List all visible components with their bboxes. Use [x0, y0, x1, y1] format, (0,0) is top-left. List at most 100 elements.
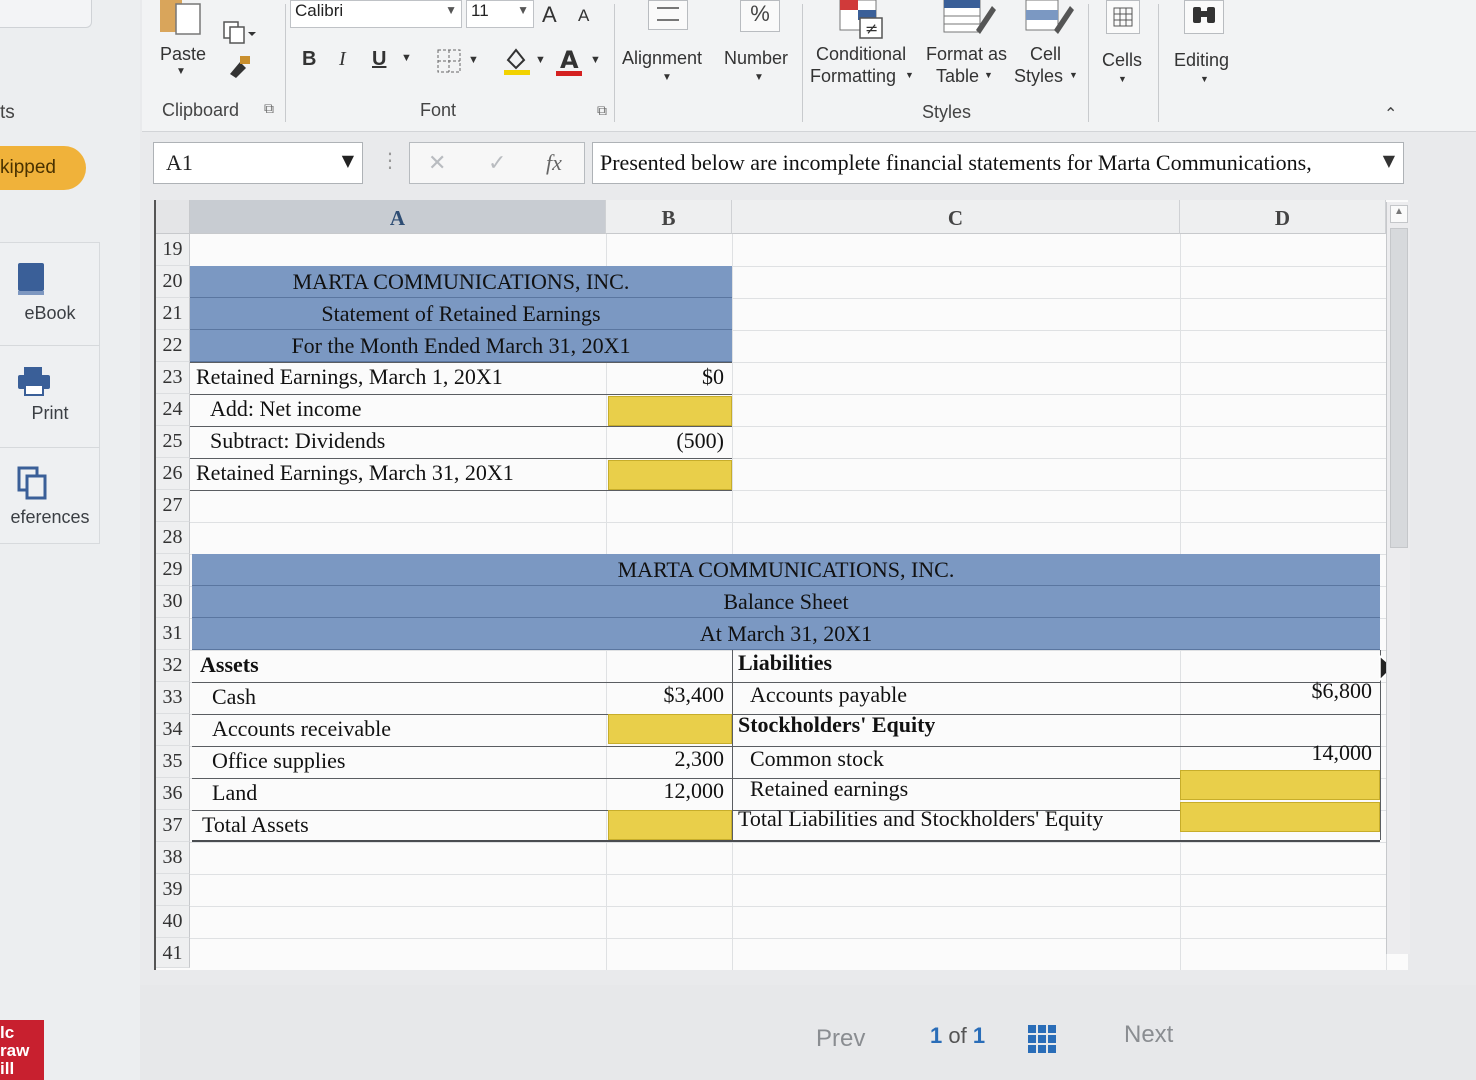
prev-button[interactable]: Prev	[816, 1025, 865, 1053]
row-header[interactable]: 22	[156, 330, 190, 362]
row-header[interactable]: 20	[156, 266, 190, 298]
underline-button[interactable]: U	[372, 48, 386, 71]
vertical-scrollbar[interactable]: ▲	[1386, 202, 1410, 954]
select-all-corner[interactable]	[156, 200, 190, 234]
borders-icon[interactable]	[436, 48, 462, 74]
re-ending-label[interactable]: Retained Earnings, March 31, 20X1	[196, 460, 514, 486]
re-dividends-value[interactable]: (500)	[608, 428, 724, 454]
shrink-font-button[interactable]: A	[578, 6, 589, 26]
row-header[interactable]: 28	[156, 522, 190, 554]
row-header[interactable]: 32	[156, 650, 190, 682]
row-header[interactable]: 39	[156, 874, 190, 906]
re-beginning-label[interactable]: Retained Earnings, March 1, 20X1	[196, 364, 503, 390]
row-header[interactable]: 27	[156, 490, 190, 522]
cells-button[interactable]: Cells ▼	[1096, 0, 1150, 94]
re-statement-title[interactable]: Statement of Retained Earnings	[190, 298, 732, 330]
collapse-ribbon-icon[interactable]: ⌃	[1384, 104, 1397, 124]
font-color-icon[interactable]: A	[554, 46, 584, 78]
page-indicator[interactable]: 1 of 1	[930, 1023, 985, 1049]
format-painter-icon[interactable]	[226, 54, 254, 80]
row-header[interactable]: 38	[156, 842, 190, 874]
font-launcher-icon[interactable]: ⧉	[597, 102, 607, 119]
row-header[interactable]: 21	[156, 298, 190, 330]
bs-accounts-payable-label[interactable]: Accounts payable	[750, 682, 907, 708]
scroll-up-icon[interactable]: ▲	[1390, 205, 1408, 223]
column-header-b[interactable]: B	[606, 200, 732, 234]
cell-styles-button[interactable]: Cell Styles ▼	[1014, 0, 1086, 94]
row-header[interactable]: 26	[156, 458, 190, 490]
total-liab-equity-input-cell[interactable]	[1180, 802, 1380, 832]
row-header[interactable]: 36	[156, 778, 190, 810]
chevron-down-icon[interactable]: ▼	[590, 54, 601, 66]
bs-title[interactable]: Balance Sheet	[192, 586, 1380, 618]
font-size-combo[interactable]: 11 ▼	[466, 0, 534, 28]
chevron-down-icon[interactable]: ▼	[401, 52, 412, 64]
scrollbar-thumb[interactable]	[1390, 228, 1408, 548]
row-header[interactable]: 37	[156, 810, 190, 842]
question-grid-icon[interactable]	[1028, 1025, 1056, 1053]
re-beginning-value[interactable]: $0	[608, 364, 724, 390]
bs-assets-header[interactable]: Assets	[200, 652, 259, 678]
bs-liabilities-header[interactable]: Liabilities	[738, 650, 832, 676]
alignment-button[interactable]: Alignment ▼	[620, 0, 716, 90]
clipboard-launcher-icon[interactable]: ⧉	[264, 100, 274, 117]
editing-button[interactable]: Editing ▼	[1170, 0, 1242, 94]
bs-company-title[interactable]: MARTA COMMUNICATIONS, INC.	[192, 554, 1380, 586]
chevron-down-icon[interactable]: ▼	[468, 54, 479, 66]
grow-font-button[interactable]: A	[542, 2, 557, 28]
worksheet-grid[interactable]: A B C D 19 20 21 22 23 24 25 26 27 28 29…	[154, 200, 1410, 970]
formula-bar-grip-icon[interactable]: ⋮	[380, 148, 400, 173]
row-header[interactable]: 23	[156, 362, 190, 394]
row-header[interactable]: 41	[156, 938, 190, 968]
row-header[interactable]: 31	[156, 618, 190, 650]
row-header[interactable]: 33	[156, 682, 190, 714]
bs-date[interactable]: At March 31, 20X1	[192, 618, 1380, 650]
total-assets-input-cell[interactable]	[608, 810, 732, 840]
row-header[interactable]: 35	[156, 746, 190, 778]
row-header[interactable]: 40	[156, 906, 190, 938]
cancel-entry-icon[interactable]: ✕	[428, 150, 446, 176]
rail-top-button[interactable]	[0, 0, 92, 28]
column-header-d[interactable]: D	[1180, 200, 1386, 234]
column-header-a[interactable]: A	[190, 200, 606, 234]
font-name-combo[interactable]: Calibri ▼	[290, 0, 462, 28]
references-button[interactable]: eferences	[0, 465, 100, 528]
row-header[interactable]: 30	[156, 586, 190, 618]
bs-cash-value[interactable]: $3,400	[608, 682, 725, 708]
insert-function-button[interactable]: fx	[546, 150, 562, 176]
accounts-receivable-input-cell[interactable]	[608, 714, 732, 744]
bold-button[interactable]: B	[302, 48, 316, 71]
chevron-down-icon[interactable]: ▼	[1383, 151, 1395, 170]
formula-input[interactable]: Presented below are incomplete financial…	[592, 142, 1404, 184]
number-button[interactable]: % Number ▼	[722, 0, 802, 90]
confirm-entry-icon[interactable]: ✓	[488, 150, 506, 176]
column-header-c[interactable]: C	[732, 200, 1180, 234]
bs-land-value[interactable]: 12,000	[608, 778, 725, 804]
row-header[interactable]: 29	[156, 554, 190, 586]
bs-retained-earnings-input-cell[interactable]	[1180, 770, 1380, 800]
re-ending-input-cell[interactable]	[608, 460, 732, 490]
conditional-formatting-button[interactable]: ≠ Conditional Formatting ▼	[808, 0, 916, 94]
italic-button[interactable]: I	[339, 48, 346, 71]
format-as-table-button[interactable]: Format as Table ▼	[924, 0, 1014, 94]
next-button[interactable]: Next	[1124, 1021, 1173, 1049]
re-company-title[interactable]: MARTA COMMUNICATIONS, INC.	[190, 266, 732, 298]
bs-accounts-payable-value[interactable]: $6,800	[1186, 678, 1373, 704]
row-header[interactable]: 25	[156, 426, 190, 458]
paste-button[interactable]: Paste ▼	[156, 0, 212, 82]
copy-icon[interactable]	[222, 18, 258, 46]
fill-color-icon[interactable]	[502, 46, 532, 76]
row-header[interactable]: 34	[156, 714, 190, 746]
row-header[interactable]: 24	[156, 394, 190, 426]
bs-office-supplies-label[interactable]: Office supplies	[212, 748, 345, 774]
bs-common-stock-value[interactable]: 14,000	[1186, 740, 1373, 766]
print-button[interactable]: Print	[0, 365, 100, 424]
re-period[interactable]: For the Month Ended March 31, 20X1	[190, 330, 732, 362]
bs-office-supplies-value[interactable]: 2,300	[608, 746, 725, 772]
re-dividends-label[interactable]: Subtract: Dividends	[210, 428, 385, 454]
bs-accounts-receivable-label[interactable]: Accounts receivable	[212, 716, 391, 742]
net-income-input-cell[interactable]	[608, 396, 732, 426]
name-box[interactable]: A1 ▼	[153, 142, 363, 184]
bs-total-liab-equity-label[interactable]: Total Liabilities and Stockholders' Equi…	[738, 806, 1103, 832]
bs-land-label[interactable]: Land	[212, 780, 257, 806]
